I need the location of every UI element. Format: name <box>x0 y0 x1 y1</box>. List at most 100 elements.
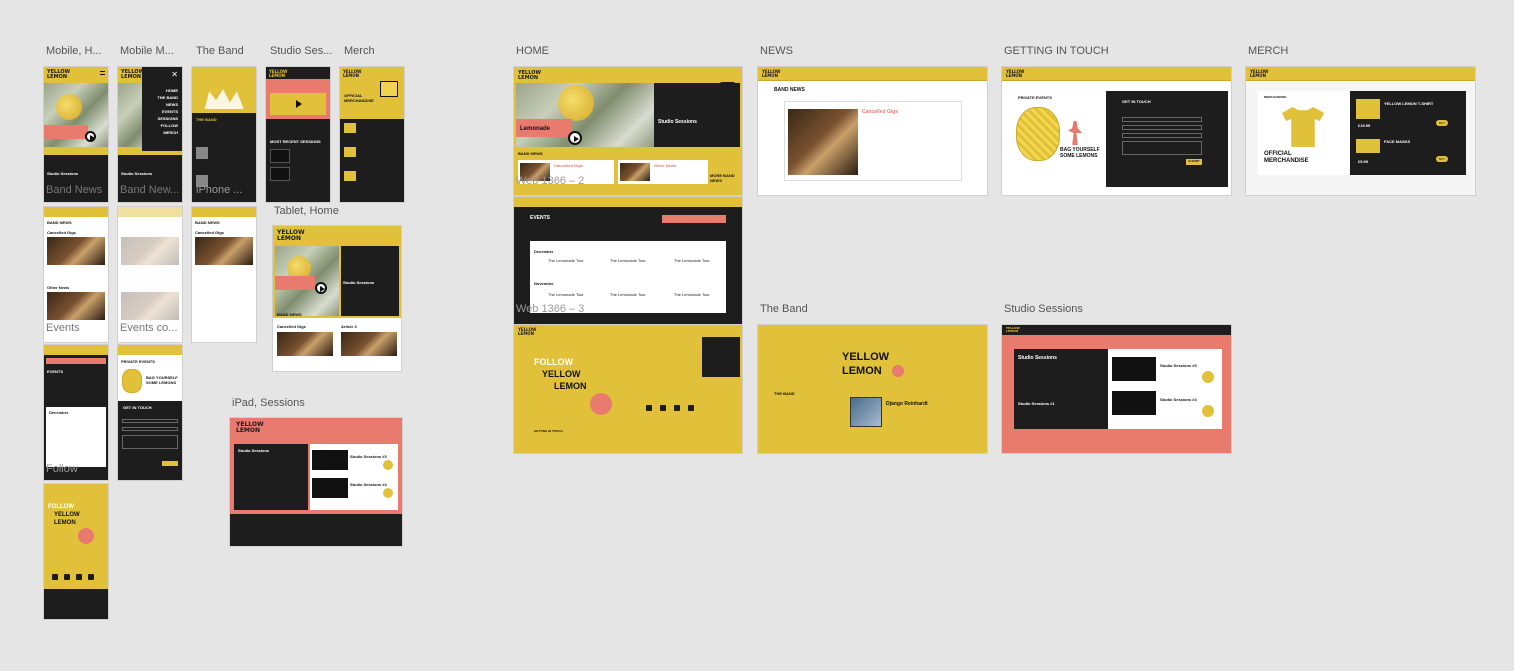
artboard-label[interactable]: iPhone ... <box>196 184 260 196</box>
section-title: MERCHANDISE <box>1264 95 1287 99</box>
email-field[interactable] <box>1122 125 1202 130</box>
artboard-label[interactable]: The Band <box>760 303 808 315</box>
youtube-icon[interactable] <box>660 405 666 411</box>
facebook-icon[interactable] <box>688 405 694 411</box>
event-name: The Lemonade Tour <box>548 292 584 297</box>
section-title: PRIVATE EVENTS <box>1018 95 1052 100</box>
artboard-label[interactable]: Studio Ses... <box>270 45 334 57</box>
section-title: PRIVATE EVENTS <box>121 359 155 364</box>
twitter-icon[interactable] <box>52 574 58 580</box>
instagram-icon[interactable] <box>76 574 82 580</box>
artboard-label[interactable]: Merch <box>344 45 408 57</box>
youtube-icon[interactable] <box>64 574 70 580</box>
member-photo <box>196 147 208 159</box>
close-icon[interactable]: ✕ <box>171 70 178 79</box>
play-icon[interactable] <box>85 131 96 142</box>
form-title: GET IN TOUCH <box>1122 99 1151 104</box>
submit-button[interactable] <box>162 461 178 466</box>
buy-button[interactable]: BUY <box>1436 120 1449 126</box>
artboard-touch-mobile[interactable]: PRIVATE EVENTS BAG YOURSELF SOME LEMONS … <box>118 345 182 480</box>
section-title: MOST RECENT SESSIONS <box>270 139 321 144</box>
session-title: Studio Sessions #3 <box>350 454 387 459</box>
play-icon[interactable] <box>568 131 582 145</box>
buy-button[interactable]: BUY <box>1436 156 1449 162</box>
artboard-touch[interactable]: YELLOW LEMON PRIVATE EVENTS BAG YOURSELF … <box>1002 67 1231 195</box>
artboard-news[interactable]: YELLOW LEMON BAND NEWS Cancelled Gigs <box>758 67 987 195</box>
artboard-label[interactable]: The Band <box>196 45 260 57</box>
mobile-menu-item[interactable]: THE BAND <box>157 94 178 101</box>
submit-button[interactable]: SUBMIT <box>1186 159 1202 165</box>
artboard-label[interactable]: Events co... <box>120 322 184 334</box>
play-icon[interactable] <box>315 282 327 294</box>
artboard-label[interactable]: NEWS <box>760 45 793 57</box>
artboard-tablet-home[interactable]: YELLOW LEMON Studio Sessions BAND NEWS Ca… <box>273 226 401 371</box>
article-image <box>47 237 105 265</box>
play-icon[interactable] <box>296 100 302 108</box>
phone-field[interactable] <box>1122 133 1202 138</box>
article-image <box>195 237 253 265</box>
artboard-label[interactable]: Studio Sessions <box>1004 303 1083 315</box>
artboard-follow[interactable]: YELLOW LEMON FOLLOW YELLOW LEMON GETTING … <box>514 325 742 453</box>
play-icon[interactable] <box>383 460 393 470</box>
artboard-label[interactable]: Events <box>46 322 110 334</box>
artboard-merch-mobile[interactable]: YELLOW LEMON OFFICIAL MERCHANDISE <box>340 67 404 202</box>
artboard-sessions[interactable]: YELLOW LEMON Studio Sessions Studio Sessi… <box>1002 325 1231 453</box>
product-title: FACE MASKS <box>1384 139 1411 144</box>
figure-icon <box>1068 121 1082 145</box>
artboard-events-mobile[interactable]: EVENTS December <box>44 345 108 480</box>
artboard-label[interactable]: Band News <box>46 184 110 196</box>
band-title: LEMON <box>842 365 882 377</box>
article-image <box>788 109 858 175</box>
artboard-label[interactable]: Web 1366 – 2 <box>516 175 584 187</box>
message-field[interactable] <box>1122 141 1202 155</box>
mobile-menu-item[interactable]: MERCH <box>157 129 178 136</box>
mobile-menu-item[interactable]: HOME <box>157 87 178 94</box>
artboard-label[interactable]: Follow <box>46 463 110 475</box>
band-title: YELLOW <box>842 351 890 363</box>
artboard-follow-mobile[interactable]: FOLLOW YELLOW LEMON <box>44 484 108 619</box>
name-field[interactable] <box>1122 117 1202 122</box>
event-name: The Lemonade Tour <box>610 258 646 263</box>
event-name: The Lemonade Tour <box>610 292 646 297</box>
twitter-icon[interactable] <box>646 405 652 411</box>
sessions-title: Studio Sessions <box>121 171 153 176</box>
session-title: Studio Sessions #1 <box>1018 401 1055 406</box>
mobile-menu-item[interactable]: FOLLOW <box>157 122 178 129</box>
artboard-band[interactable]: YELLOW LEMON THE BAND Django Reinhardt <box>758 325 987 453</box>
artboard-label[interactable]: Tablet, Home <box>274 205 339 217</box>
artboard-label[interactable]: MERCH <box>1248 45 1288 57</box>
play-icon[interactable] <box>383 488 393 498</box>
sessions-title: Studio Sessions <box>238 448 270 453</box>
artboard-label[interactable]: Band New... <box>120 184 184 196</box>
hamburger-icon[interactable] <box>100 71 105 75</box>
artboard-label[interactable]: Web 1366 – 3 <box>516 303 584 315</box>
instagram-icon[interactable] <box>674 405 680 411</box>
artboard-label[interactable]: iPad, Sessions <box>232 397 305 409</box>
facebook-icon[interactable] <box>88 574 94 580</box>
form-title: GET IN TOUCH <box>123 405 152 410</box>
mobile-menu-item[interactable]: EVENTS <box>157 108 178 115</box>
mobile-menu-item[interactable]: NEWS <box>157 101 178 108</box>
event-name: The Lemonade Tour <box>548 258 584 263</box>
artboard-merch[interactable]: YELLOW LEMON MERCHANDISE OFFICIAL MERCHAN… <box>1246 67 1475 195</box>
month-title: December <box>49 410 69 415</box>
artboard-label[interactable]: Mobile, H... <box>46 45 110 57</box>
artboard-band-mobile[interactable]: THE BAND <box>192 67 256 202</box>
play-icon[interactable] <box>1202 371 1214 383</box>
sessions-title: Studio Sessions <box>343 280 375 285</box>
lemon-icon <box>892 365 904 377</box>
artboard-sessions-mobile[interactable]: YELLOW LEMON MOST RECENT SESSIONS <box>266 67 330 202</box>
article-title: Cancelled Gigs <box>195 230 224 235</box>
mobile-menu-item[interactable]: SESSIONS <box>157 115 178 122</box>
artboard-news-iphone[interactable]: BAND NEWS Cancelled Gigs <box>192 207 256 342</box>
artboard-label[interactable]: HOME <box>516 45 549 57</box>
follow-title: YELLOW <box>54 512 80 518</box>
artboard-ipad-sessions[interactable]: YELLOW LEMON Studio Sessions Studio Sessi… <box>230 418 402 546</box>
member-name: Django Reinhardt <box>886 401 928 407</box>
play-icon[interactable] <box>1202 405 1214 417</box>
artboard-label[interactable]: Mobile M... <box>120 45 184 57</box>
artboard-mobile-menu[interactable]: YELLOW LEMON ✕ HOME THE BAND NEWS EVENTS SESS… <box>118 67 182 202</box>
artboard-mobile-home[interactable]: YELLOW LEMON Studio Sessions <box>44 67 108 202</box>
artboard-label[interactable]: GETTING IN TOUCH <box>1004 45 1109 57</box>
more-news-link[interactable]: MORE BAND NEWS <box>710 173 736 183</box>
